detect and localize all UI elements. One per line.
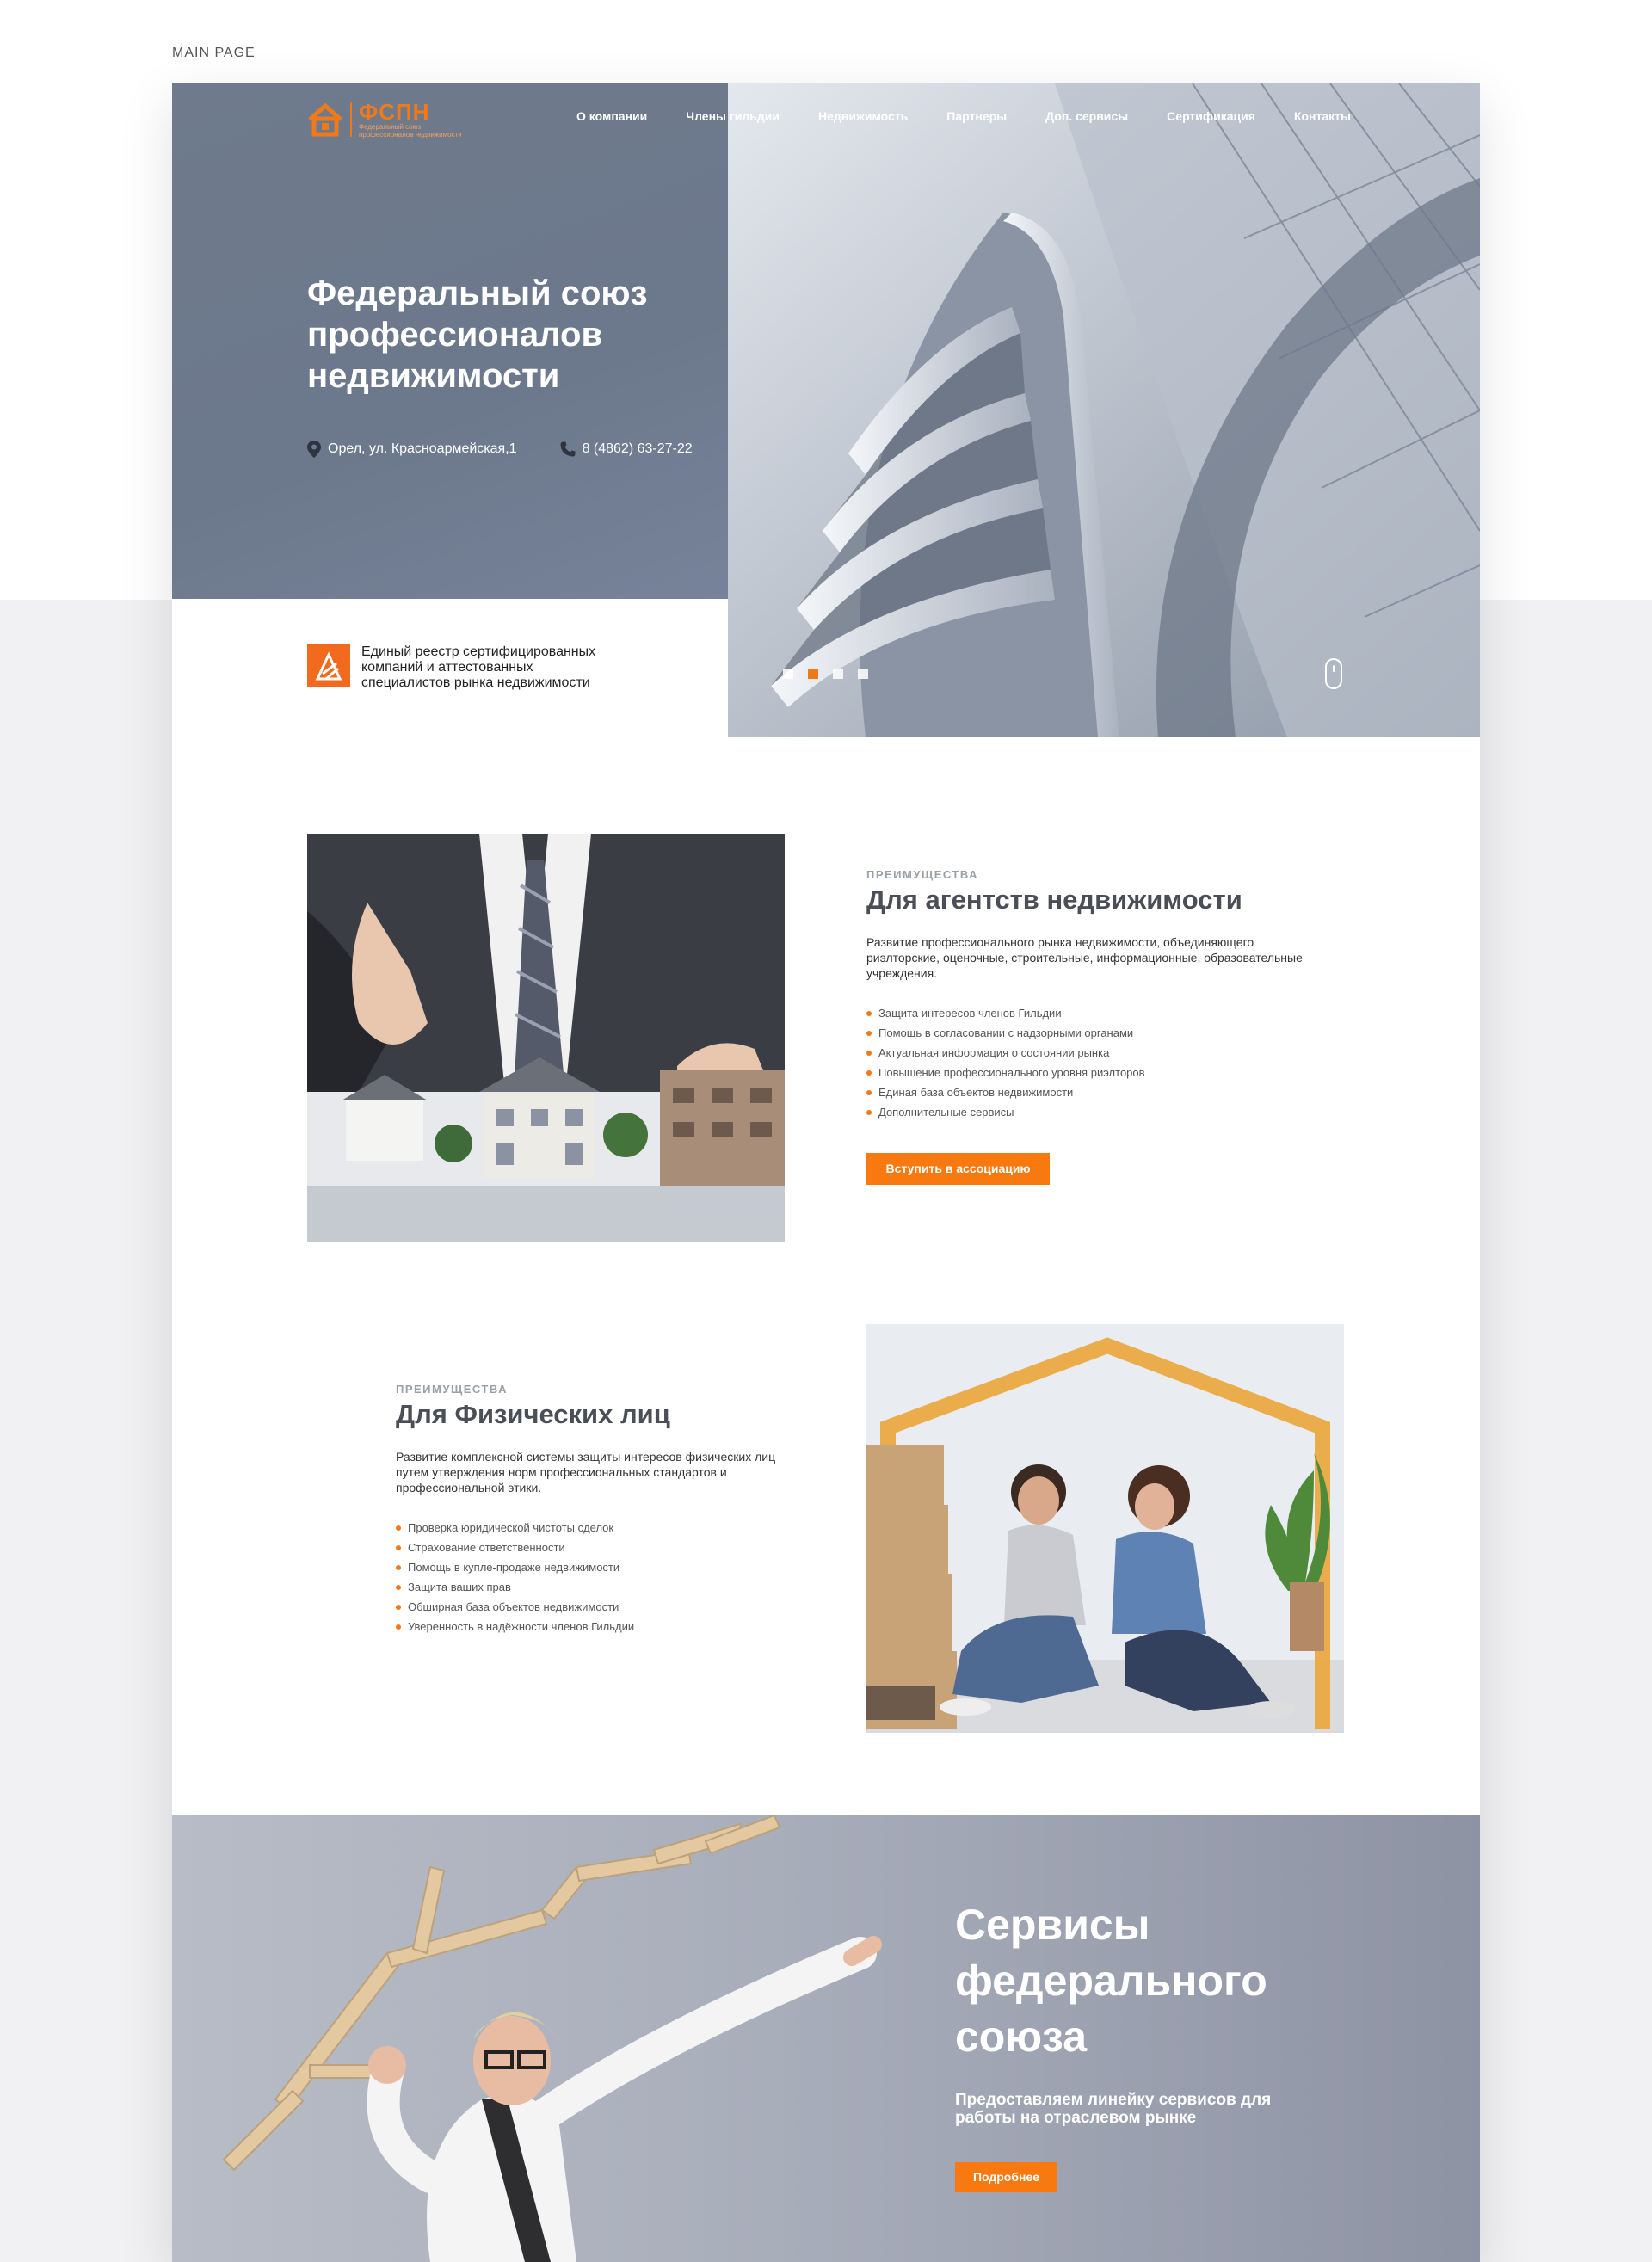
slider-dot[interactable] bbox=[833, 669, 843, 679]
individuals-content: ПРЕИМУЩЕСТВА Для Физических лиц Развитие… bbox=[396, 1383, 809, 1636]
slider-dots bbox=[783, 669, 883, 679]
logo-title: ФСПН bbox=[359, 99, 430, 125]
individuals-title: Для Физических лиц bbox=[396, 1399, 670, 1429]
registry-text: Единый реестр сертифицированных компаний… bbox=[361, 644, 596, 690]
location-pin-icon bbox=[307, 441, 321, 458]
slider-dot[interactable] bbox=[783, 669, 793, 679]
list-item: Уверенность в надёжности членов Гильдии bbox=[396, 1617, 809, 1636]
services-subtitle: Предоставляем линейку сервисов для работ… bbox=[955, 2091, 1272, 2127]
individuals-eyebrow: ПРЕИМУЩЕСТВА bbox=[396, 1383, 508, 1396]
individuals-description: Развитие комплексной системы защиты инте… bbox=[396, 1450, 776, 1495]
nav-item-about[interactable]: О компании bbox=[576, 109, 647, 123]
individuals-benefits-list: Проверка юридической чистоты сделок Стра… bbox=[396, 1518, 809, 1636]
logo-subtitle-line2: профессионалов недвижимости bbox=[359, 131, 462, 139]
list-item: Обширная база объектов недвижимости bbox=[396, 1597, 809, 1617]
hero-contacts: Орел, ул. Красноармейская,1 8 (4862) 63-… bbox=[307, 441, 693, 458]
list-item: Помощь в согласовании с надзорными орган… bbox=[866, 1023, 1314, 1043]
registry-block[interactable]: Единый реестр сертифицированных компаний… bbox=[307, 644, 620, 691]
slider-dot-active[interactable] bbox=[808, 669, 818, 679]
list-item: Актуальная информация о состоянии рынка bbox=[866, 1043, 1314, 1063]
list-item: Помощь в купле-продаже недвижимости bbox=[396, 1557, 809, 1577]
agencies-image bbox=[307, 834, 785, 1242]
hero-title: Федеральный союз профессионалов недвижим… bbox=[307, 274, 648, 395]
couple-house-illustration bbox=[866, 1324, 1344, 1733]
list-item: Дополнительные сервисы bbox=[866, 1102, 1314, 1122]
address-text: Орел, ул. Красноармейская,1 bbox=[328, 441, 517, 456]
list-item: Защита ваших прав bbox=[396, 1577, 809, 1597]
scroll-mouse-icon[interactable] bbox=[1325, 658, 1342, 689]
phone-icon bbox=[560, 441, 576, 457]
list-item: Проверка юридической чистоты сделок bbox=[396, 1518, 809, 1538]
logo-divider bbox=[350, 102, 352, 137]
site-logo[interactable]: ФСПН Федеральный союз профессионалов нед… bbox=[307, 101, 462, 139]
nav-item-partners[interactable]: Партнеры bbox=[946, 109, 1007, 123]
nav-item-contacts[interactable]: Контакты bbox=[1294, 109, 1351, 123]
nav-item-members[interactable]: Члены гильдии bbox=[686, 109, 780, 123]
list-item: Единая база объектов недвижимости bbox=[866, 1082, 1314, 1102]
agencies-title: Для агентств недвижимости bbox=[866, 884, 1242, 915]
registry-logo-icon bbox=[307, 644, 350, 687]
nav-item-certification[interactable]: Сертификация bbox=[1167, 109, 1255, 123]
phone-text: 8 (4862) 63-27-22 bbox=[582, 441, 693, 456]
building-illustration bbox=[728, 83, 1480, 737]
page-frame: ФСПН Федеральный союз профессионалов нед… bbox=[172, 83, 1480, 2262]
services-section: Сервисы федерального союза Предоставляем… bbox=[172, 1815, 1480, 2262]
slider-dot[interactable] bbox=[858, 669, 868, 679]
list-item: Защита интересов членов Гильдии bbox=[866, 1003, 1314, 1023]
agencies-benefits-list: Защита интересов членов Гильдии Помощь в… bbox=[866, 1003, 1314, 1122]
phone[interactable]: 8 (4862) 63-27-22 bbox=[560, 441, 693, 458]
agencies-content: ПРЕИМУЩЕСТВА Для агентств недвижимости Р… bbox=[866, 868, 1314, 1185]
individuals-image bbox=[866, 1324, 1344, 1733]
businessman-houses-illustration bbox=[307, 834, 785, 1242]
agencies-eyebrow: ПРЕИМУЩЕСТВА bbox=[866, 868, 978, 881]
house-logo-icon bbox=[308, 102, 342, 137]
logo-subtitle-line1: Федеральный союз bbox=[359, 123, 422, 131]
hero-building-image bbox=[728, 83, 1480, 737]
page-label: MAIN PAGE bbox=[172, 46, 256, 60]
list-item: Повышение профессионального уровня риэлт… bbox=[866, 1063, 1314, 1082]
more-button[interactable]: Подробнее bbox=[955, 2162, 1057, 2192]
address: Орел, ул. Красноармейская,1 bbox=[307, 441, 517, 458]
nav-item-realty[interactable]: Недвижимость bbox=[818, 109, 908, 123]
agencies-description: Развитие профессионального рынка недвижи… bbox=[866, 935, 1303, 980]
services-title: Сервисы федерального союза bbox=[955, 1901, 1267, 2061]
join-association-button[interactable]: Вступить в ассоциацию bbox=[866, 1153, 1050, 1185]
logo-text: ФСПН Федеральный союз профессионалов нед… bbox=[359, 101, 462, 139]
list-item: Страхование ответственности bbox=[396, 1538, 809, 1557]
nav-item-services[interactable]: Доп. сервисы bbox=[1045, 109, 1128, 123]
main-nav: О компании Члены гильдии Недвижимость Па… bbox=[576, 109, 1351, 123]
